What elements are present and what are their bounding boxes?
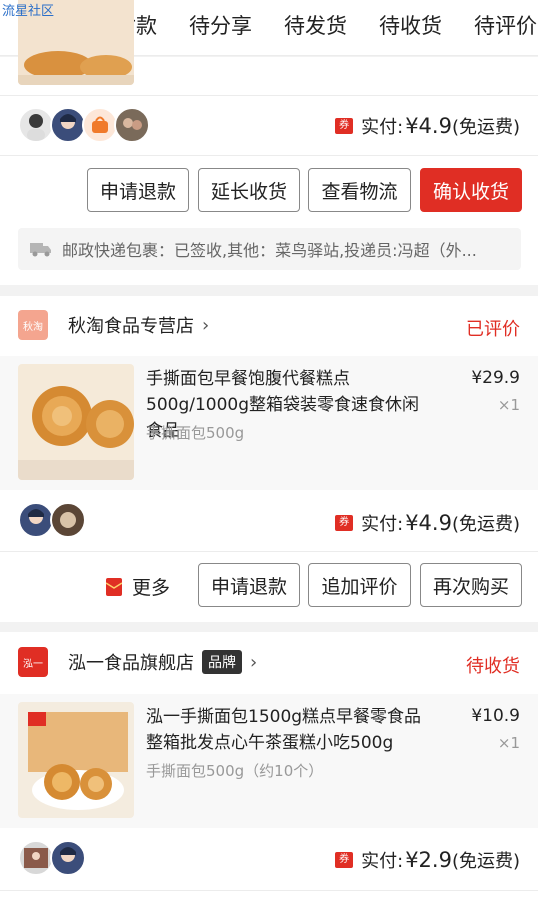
- paid-amount: 券 实付: ¥2.9 (免运费): [335, 847, 520, 873]
- product-price: ¥10.9: [471, 706, 520, 726]
- tab-pending-share[interactable]: 待分享: [189, 0, 252, 55]
- truck-icon: [30, 241, 52, 257]
- tab-pending-receipt[interactable]: 待收货: [379, 0, 442, 55]
- extend-receipt-button[interactable]: 延长收货: [198, 168, 300, 212]
- order-card-2: 秋淘 秋淘食品专营店 › 已评价 手撕面包早餐饱腹代餐糕点500g/1000g整…: [0, 296, 538, 622]
- coupon-icon: 券: [335, 515, 354, 531]
- product-spec: 手撕面包500g（约10个）: [146, 762, 324, 780]
- coupon-icon: 券: [335, 852, 354, 868]
- order-status: 待收货: [466, 656, 520, 677]
- chevron-right-icon: ›: [250, 651, 258, 673]
- shop-logo: 泓一: [18, 647, 48, 677]
- buyer-avatars: [18, 107, 150, 143]
- avatar: [50, 107, 86, 143]
- paid-amount: 券 实付: ¥4.9 (免运费): [335, 510, 520, 536]
- tab-pending-shipment[interactable]: 待发货: [284, 0, 347, 55]
- shop-link[interactable]: 秋淘 秋淘食品专营店 ›: [18, 310, 209, 340]
- product-image[interactable]: [18, 702, 134, 818]
- shop-name: 秋淘食品专营店: [68, 316, 194, 337]
- brand-badge: 品牌: [202, 650, 242, 674]
- avatar: [18, 107, 54, 143]
- product-price: ¥29.9: [471, 368, 520, 388]
- refund-button[interactable]: 申请退款: [87, 168, 189, 212]
- avatar: [82, 107, 118, 143]
- avatar: [50, 840, 86, 876]
- red-envelope-icon: [106, 577, 122, 596]
- confirm-receipt-button[interactable]: 确认收货: [420, 168, 522, 212]
- product-quantity: ×1: [497, 396, 520, 414]
- logistics-info[interactable]: 邮政快递包裹：已签收,其他：菜鸟驿站,投递员:冯超（外...: [18, 228, 521, 270]
- avatar: [18, 840, 54, 876]
- coupon-icon: 券: [335, 118, 354, 134]
- product-quantity: ×1: [497, 734, 520, 752]
- watermark: 流星社区: [2, 4, 55, 19]
- avatar: [50, 502, 86, 538]
- order-status: 已评价: [466, 319, 520, 340]
- buyer-avatars: [18, 502, 86, 538]
- add-review-button[interactable]: 追加评价: [308, 563, 411, 607]
- more-button[interactable]: 更多: [106, 573, 170, 600]
- chevron-right-icon: ›: [202, 314, 210, 336]
- order-card-1: 券 实付: ¥4.9 (免运费) 申请退款 延长收货 查看物流 确认收货 邮政快…: [0, 0, 538, 285]
- buyer-avatars: [18, 840, 86, 876]
- tab-pending-review[interactable]: 待评价: [474, 0, 537, 55]
- paid-amount: 券 实付: ¥4.9 (免运费): [335, 113, 520, 139]
- refund-button[interactable]: 申请退款: [198, 563, 300, 607]
- order-card-3: 泓一 泓一食品旗舰店 品牌 › 待收货 泓一手撕面包1500g糕点早餐零食品整箱…: [0, 632, 538, 900]
- product-spec: 手撕面包500g: [146, 424, 245, 442]
- shop-logo: 秋淘: [18, 310, 48, 340]
- buy-again-button[interactable]: 再次购买: [420, 563, 522, 607]
- avatar: [114, 107, 150, 143]
- view-logistics-button[interactable]: 查看物流: [308, 168, 411, 212]
- product-title[interactable]: 泓一手撕面包1500g糕点早餐零食品整箱批发点心午茶蛋糕小吃500g: [146, 704, 436, 756]
- avatar: [18, 502, 54, 538]
- shop-name: 泓一食品旗舰店: [68, 653, 194, 674]
- product-image[interactable]: [18, 364, 134, 480]
- shop-link[interactable]: 泓一 泓一食品旗舰店 品牌 ›: [18, 647, 257, 677]
